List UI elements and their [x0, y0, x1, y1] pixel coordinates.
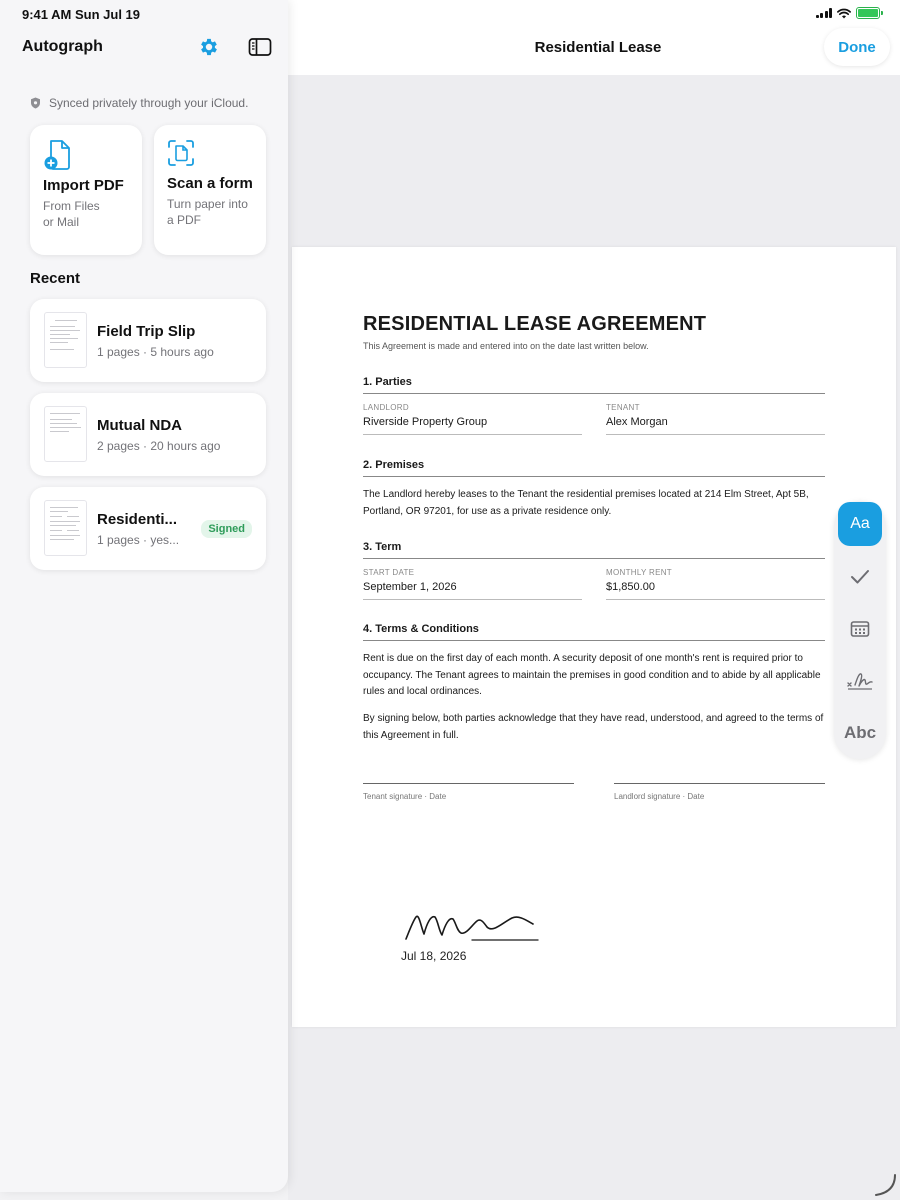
premises-text: The Landlord hereby leases to the Tenant… [363, 489, 809, 517]
tenant-value: Alex Morgan [606, 416, 668, 428]
recent-doc-field-trip-slip[interactable]: Field Trip Slip 1 pages · 5 hours ago [30, 299, 266, 382]
section-heading-term: 3. Term [363, 541, 825, 559]
tenant-signature-line[interactable] [363, 783, 574, 784]
text-tool-button[interactable]: Aa [838, 502, 882, 546]
document-thumbnail [44, 406, 87, 462]
start-date-field[interactable]: START DATE September 1, 2026 [363, 568, 582, 600]
document-canvas[interactable]: RESIDENTIAL LEASE AGREEMENT This Agreeme… [288, 75, 900, 1200]
monthly-rent-field[interactable]: MONTHLY RENT $1,850.00 [606, 568, 825, 600]
tenant-label: TENANT [606, 403, 640, 412]
agreement-intro: This Agreement is made and entered into … [363, 341, 649, 351]
recent-doc-residential-lease[interactable]: Residenti... 1 pages · yes... Signed [30, 487, 266, 570]
monthly-rent-label: MONTHLY RENT [606, 568, 672, 577]
landlord-field[interactable]: LANDLORD Riverside Property Group [363, 403, 582, 435]
signature-tool-button[interactable] [838, 659, 882, 703]
recent-doc-meta: 1 pages · yes... [97, 533, 180, 547]
import-pdf-card[interactable]: Import PDF From Files or Mail [30, 125, 142, 255]
import-pdf-icon [43, 139, 73, 170]
landlord-signature-caption: Landlord signature · Date [614, 792, 705, 801]
app-title: Autograph [22, 38, 103, 55]
scan-document-icon [167, 139, 197, 169]
toggle-sidebar-button[interactable] [248, 37, 272, 57]
status-icons [815, 7, 883, 19]
tenant-signature-caption: Tenant signature · Date [363, 792, 447, 801]
import-pdf-title: Import PDF [43, 177, 124, 194]
scan-form-subtitle: Turn paper into a PDF [167, 196, 253, 228]
checkmark-tool-button[interactable] [838, 555, 882, 599]
text-box-tool-button[interactable]: Abc [838, 711, 882, 755]
import-pdf-subtitle: From Files or Mail [43, 198, 129, 230]
import-pdf-subtitle-line-2: or Mail [43, 215, 80, 229]
calendar-icon [850, 621, 870, 637]
document-thumbnail [44, 500, 87, 556]
scan-form-subtitle-line-2: a PDF [167, 213, 202, 227]
recent-doc-title: Field Trip Slip [97, 323, 196, 340]
recent-doc-meta: 1 pages · 5 hours ago [97, 345, 214, 359]
sync-note: Synced privately through your iCloud. [30, 96, 248, 110]
sidebar: Autograph Synced privately through your … [0, 0, 288, 1192]
start-date-label: START DATE [363, 568, 415, 577]
sync-note-text: Synced privately through your iCloud. [49, 96, 249, 110]
checkmark-icon [851, 570, 869, 584]
section-heading-premises: 2. Premises [363, 459, 825, 477]
status-time: 9:41 AM Sun Jul 19 [22, 7, 140, 22]
import-pdf-subtitle-line-1: From Files [43, 199, 100, 213]
status-bar: 9:41 AM Sun Jul 19 [0, 0, 900, 28]
landlord-label: LANDLORD [363, 403, 409, 412]
start-date-value: September 1, 2026 [363, 581, 457, 593]
document-page[interactable]: RESIDENTIAL LEASE AGREEMENT This Agreeme… [292, 247, 896, 1027]
landlord-signature-line[interactable] [614, 783, 825, 784]
document-title: Residential Lease [534, 39, 662, 56]
cellular-signal-icon [815, 8, 832, 18]
sidebar-header: Autograph [22, 38, 272, 58]
recent-doc-title: Mutual NDA [97, 417, 182, 434]
sidebar-toggle-icon [248, 38, 272, 56]
terms-paragraph-1: Rent is due on the first day of each mon… [363, 653, 821, 697]
recent-heading: Recent [30, 270, 81, 287]
scan-form-subtitle-line-1: Turn paper into [167, 197, 248, 211]
shield-icon [31, 97, 40, 109]
date-tool-button[interactable] [838, 607, 882, 651]
tenant-field[interactable]: TENANT Alex Morgan [606, 403, 825, 435]
placed-signature-date[interactable]: Jul 18, 2026 [401, 949, 466, 963]
gear-icon [201, 38, 217, 56]
scan-form-title: Scan a form [167, 175, 253, 192]
scan-form-card[interactable]: Scan a form Turn paper into a PDF [154, 125, 266, 255]
resize-handle-icon[interactable] [873, 1173, 897, 1197]
signature-icon [847, 673, 873, 690]
recent-doc-title: Residenti... [97, 511, 178, 528]
section-heading-terms: 4. Terms & Conditions [363, 623, 825, 641]
wifi-icon [837, 8, 851, 18]
annotation-tool-palette: Aa Abc [834, 501, 886, 759]
monthly-rent-value: $1,850.00 [606, 581, 655, 593]
done-button[interactable]: Done [824, 28, 890, 66]
section-heading-parties: 1. Parties [363, 376, 825, 394]
landlord-value: Riverside Property Group [363, 416, 488, 428]
recent-doc-mutual-nda[interactable]: Mutual NDA 2 pages · 20 hours ago [30, 393, 266, 476]
placed-signature[interactable] [404, 909, 544, 945]
signed-badge: Signed [201, 520, 252, 538]
document-thumbnail [44, 312, 87, 368]
agreement-title: RESIDENTIAL LEASE AGREEMENT [363, 313, 707, 335]
terms-paragraph-2: By signing below, both parties acknowled… [363, 713, 824, 741]
battery-charging-icon [856, 7, 883, 19]
settings-button[interactable] [198, 36, 220, 58]
recent-doc-meta: 2 pages · 20 hours ago [97, 439, 221, 453]
